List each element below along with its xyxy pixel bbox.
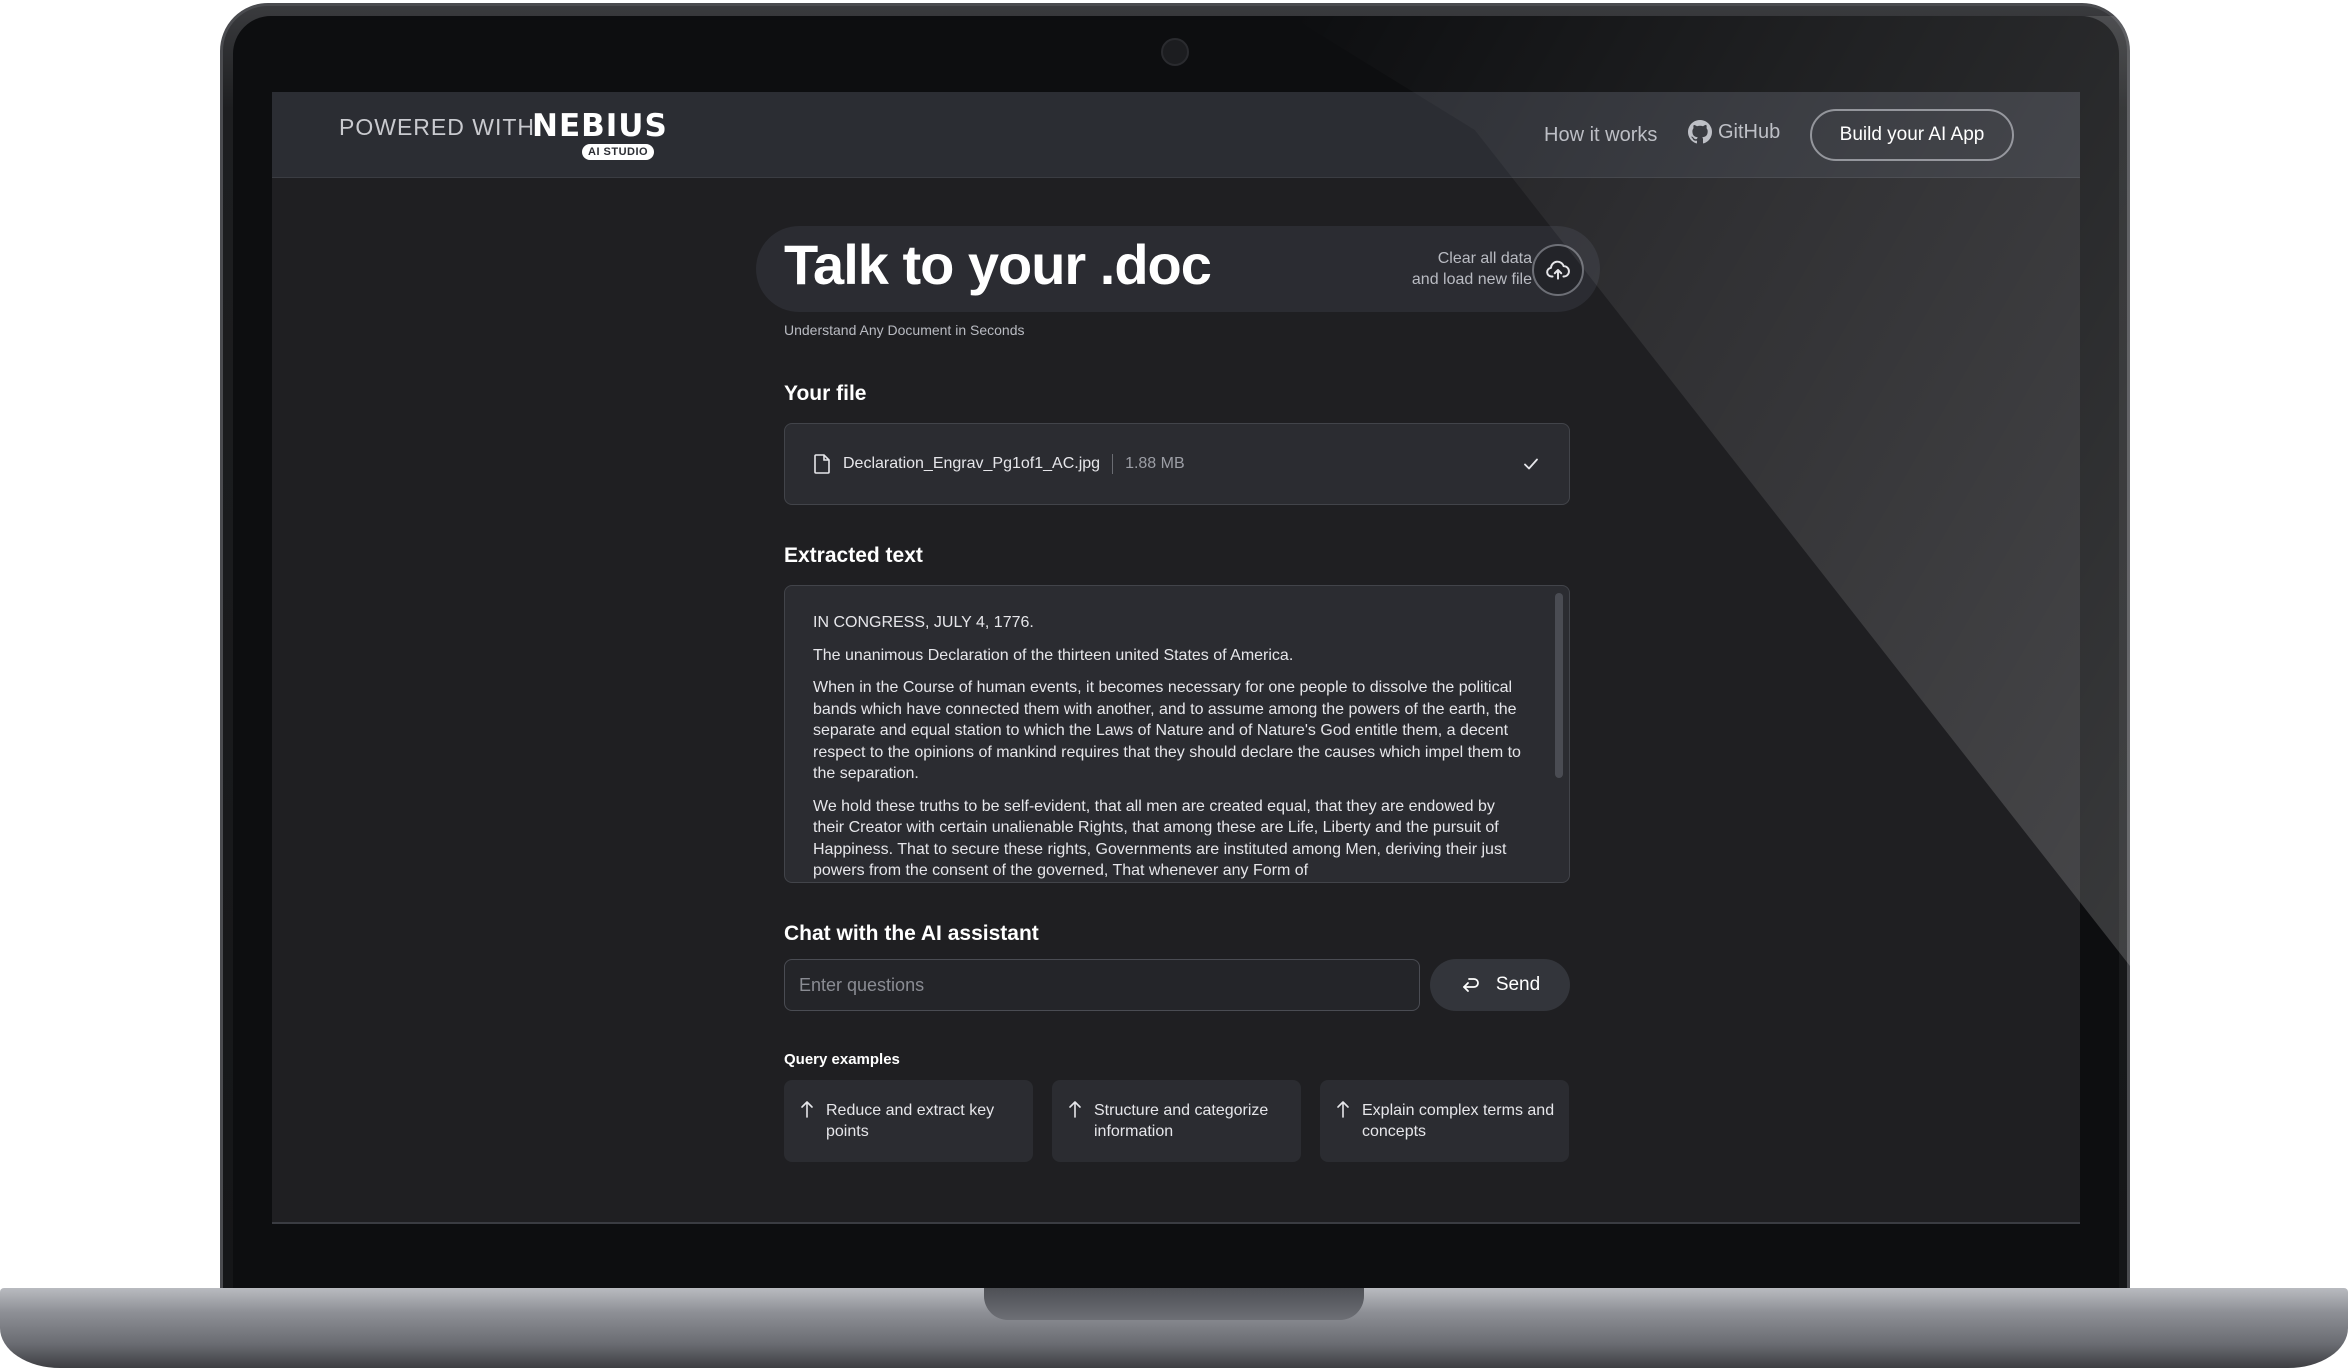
send-label: Send	[1495, 974, 1541, 995]
query-example-text: Structure and categorize information	[1094, 1102, 1269, 1140]
arrow-up-icon	[801, 1101, 813, 1118]
clear-data-line2: and load new file	[1411, 271, 1532, 288]
query-example-card[interactable]: Structure and categorize information	[1052, 1080, 1301, 1162]
extracted-paragraph: The unanimous Declaration of the thirtee…	[813, 646, 1294, 664]
your-file-heading: Your file	[784, 382, 867, 405]
extracted-paragraph: IN CONGRESS, JULY 4, 1776.	[813, 614, 1034, 631]
query-example-card[interactable]: Explain complex terms and concepts	[1320, 1080, 1569, 1162]
send-button[interactable]: Send	[1430, 959, 1570, 1011]
query-examples-heading: Query examples	[784, 1051, 900, 1068]
chat-heading: Chat with the AI assistant	[784, 922, 1039, 945]
extracted-paragraph: When in the Course of human events, it b…	[813, 679, 1521, 782]
return-arrow-icon	[1462, 978, 1479, 992]
extracted-text-scrollbar[interactable]	[1555, 593, 1563, 778]
arrow-up-icon	[1337, 1101, 1349, 1118]
file-name: Declaration_Engrav_Pg1of1_AC.jpg	[843, 455, 1101, 472]
cloud-upload-icon	[1546, 260, 1570, 280]
clear-data-label: Clear all data and load new file	[1372, 248, 1532, 290]
page-subtitle: Understand Any Document in Seconds	[784, 322, 1025, 338]
main-content: Talk to your .doc Clear all data and loa…	[272, 92, 2080, 1224]
footer-divider	[272, 1222, 2080, 1224]
camera-icon	[1161, 38, 1189, 66]
file-separator	[1112, 454, 1114, 474]
app-screen: POWERED WITH NEBIUS AI STUDIO How it wor…	[272, 92, 2080, 1224]
extracted-text-heading: Extracted text	[784, 544, 923, 567]
query-example-text: Explain complex terms and concepts	[1362, 1102, 1555, 1140]
extracted-paragraph: We hold these truths to be self-evident,…	[813, 797, 1507, 880]
upload-new-file-button[interactable]	[1532, 244, 1584, 296]
uploaded-file-row[interactable]: Declaration_Engrav_Pg1of1_AC.jpg 1.88 MB	[784, 423, 1570, 505]
page-title: Talk to your .doc	[784, 233, 1212, 296]
query-example-text: Reduce and extract key points	[826, 1102, 995, 1140]
arrow-up-icon	[1069, 1101, 1081, 1118]
laptop-notch	[984, 1288, 1364, 1320]
question-input[interactable]	[784, 959, 1420, 1011]
check-icon	[1524, 458, 1538, 470]
query-example-card[interactable]: Reduce and extract key points	[784, 1080, 1033, 1162]
file-size: 1.88 MB	[1125, 455, 1185, 472]
extracted-text-area[interactable]: IN CONGRESS, JULY 4, 1776. The unanimous…	[784, 585, 1570, 883]
clear-data-line1: Clear all data	[1437, 250, 1532, 267]
file-icon	[814, 454, 830, 474]
